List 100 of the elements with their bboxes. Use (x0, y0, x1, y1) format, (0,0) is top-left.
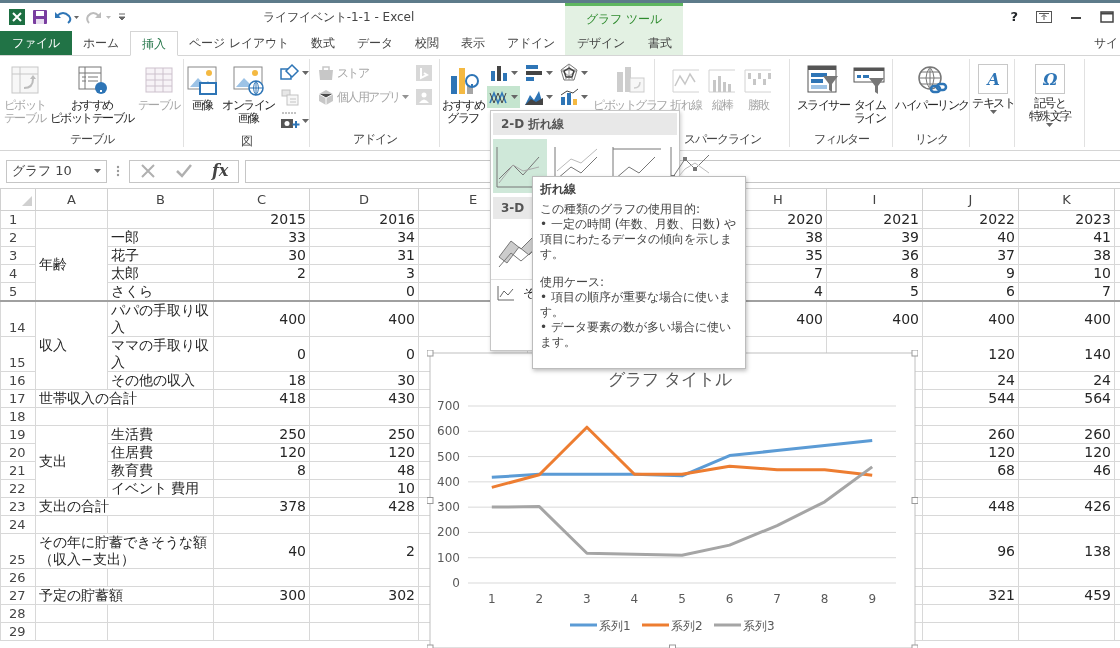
ribbon-button[interactable]: スライサー (795, 62, 851, 114)
series-line[interactable] (491, 425, 873, 489)
ribbon-button[interactable]: おすすめピボットテーブル (48, 62, 135, 127)
ribbon-button[interactable]: A テキスト (971, 62, 1015, 119)
cancel-icon[interactable] (139, 163, 156, 179)
column-header[interactable]: D (309, 188, 419, 211)
ribbon-button[interactable]: おすすめグラフ (441, 62, 485, 127)
context-title: グラフ ツール (585, 10, 663, 28)
row-header[interactable]: 14 (0, 301, 36, 337)
table-cell: 120 (309, 443, 419, 462)
ribbon-button[interactable] (487, 86, 520, 108)
resize-handle[interactable] (669, 644, 676, 648)
column-header[interactable]: J (922, 188, 1019, 211)
resize-handle[interactable] (911, 644, 918, 648)
ribbon-tab[interactable]: 表示 (449, 31, 496, 55)
row-header[interactable]: 3 (0, 246, 36, 265)
file-tab[interactable]: ファイル (0, 31, 72, 55)
table-cell: 住居費 (107, 443, 214, 462)
ribbon-display-icon[interactable] (1036, 11, 1052, 23)
legend-label[interactable]: 系列1 (599, 619, 631, 633)
table-cell: 2021 (826, 210, 923, 229)
resize-handle[interactable] (427, 497, 434, 504)
ribbon-tab[interactable]: アドイン (495, 31, 566, 55)
axis-label: 2 (535, 592, 544, 606)
chart-title[interactable]: グラフ タイトル (607, 369, 733, 389)
axis-label: 1 (487, 592, 496, 606)
column-header[interactable]: C (213, 188, 310, 211)
insert-function-button[interactable]: fx (211, 159, 229, 183)
column-header[interactable]: I (826, 188, 923, 211)
customize-icon[interactable] (118, 13, 126, 21)
ribbon-button[interactable]: ハイパーリンク (894, 62, 970, 114)
ribbon-tab[interactable]: ページ レイアウト (178, 31, 300, 55)
enter-icon[interactable] (174, 163, 193, 179)
account-link[interactable]: サイ (1092, 34, 1120, 52)
column-header[interactable]: B (107, 188, 214, 211)
row-header[interactable]: 22 (0, 479, 36, 498)
column-header[interactable]: K (1018, 188, 1115, 211)
select-all-icon[interactable] (22, 195, 32, 206)
save-icon[interactable] (32, 9, 48, 25)
table-cell: 430 (309, 389, 419, 408)
row-header[interactable]: 27 (0, 586, 36, 605)
maximize-icon[interactable] (1100, 11, 1114, 23)
table-cell: 18 (213, 371, 310, 390)
row-header[interactable]: 29 (0, 622, 36, 641)
spreadsheet-logo-icon[interactable] (8, 8, 26, 26)
resize-handle[interactable] (427, 350, 434, 357)
chart-area[interactable] (429, 352, 916, 648)
ribbon-tab[interactable]: デザイン (565, 31, 636, 55)
resize-handle[interactable] (911, 497, 918, 504)
ribbon-tab[interactable]: 挿入 (130, 31, 178, 56)
row-header[interactable]: 21 (0, 461, 36, 480)
row-header[interactable]: 15 (0, 336, 36, 372)
ribbon-tab[interactable]: 数式 (299, 31, 346, 55)
row-header[interactable]: 23 (0, 497, 36, 516)
table-cell: 教育費 (107, 461, 214, 480)
ribbon-button[interactable]: 画像 (185, 62, 219, 114)
row-header[interactable]: 18 (0, 407, 36, 426)
table-cell: 120 (213, 443, 310, 462)
row-header[interactable]: 17 (0, 389, 36, 408)
ribbon-button[interactable] (557, 62, 590, 84)
row-header[interactable]: 26 (0, 568, 36, 587)
symbol-icon: Ω (1034, 64, 1065, 94)
ribbon-button[interactable]: タイムライン (852, 62, 887, 127)
ribbon-tab[interactable]: ホーム (72, 31, 130, 55)
legend-label[interactable]: 系列2 (671, 619, 703, 633)
resize-handle[interactable] (427, 644, 434, 648)
row-header[interactable]: 20 (0, 443, 36, 462)
help-button[interactable]: ? (1010, 7, 1018, 27)
ribbon-tab[interactable]: 校閲 (403, 31, 450, 55)
tooltip-text: 使用ケース: (540, 275, 606, 290)
column-header[interactable]: A (35, 188, 108, 211)
series-line[interactable] (491, 438, 873, 479)
table-cell: 96 (922, 533, 1019, 569)
ribbon-button[interactable]: オンライン画像 (221, 62, 276, 127)
ribbon-button[interactable]: Ω 記号と特殊文字 (1027, 62, 1072, 132)
row-header[interactable]: 2 (0, 228, 36, 247)
row-header[interactable]: 19 (0, 425, 36, 444)
person-card-icon (414, 88, 433, 106)
cube-icon (316, 88, 335, 106)
row-header[interactable]: 24 (0, 515, 36, 534)
row-header[interactable]: 4 (0, 264, 36, 283)
table-cell: 302 (309, 586, 419, 605)
name-box[interactable]: グラフ 10 (6, 159, 107, 183)
row-header[interactable]: 1 (0, 210, 36, 229)
resize-handle[interactable] (911, 350, 918, 357)
row-header[interactable]: 28 (0, 604, 36, 623)
table-cell: 34 (309, 228, 419, 247)
menu-link[interactable]: そ (523, 284, 535, 302)
series-line[interactable] (491, 465, 874, 557)
legend-label[interactable]: 系列3 (743, 619, 775, 633)
table-cell: 支出の合計 (35, 497, 214, 516)
table-cell: 30 (309, 371, 419, 390)
redo-icon[interactable] (86, 10, 112, 24)
undo-icon[interactable] (54, 10, 80, 24)
table-cell: 31 (309, 246, 419, 265)
row-header[interactable]: 25 (0, 533, 36, 569)
ribbon-tab[interactable]: データ (345, 31, 404, 55)
caret-icon (94, 169, 101, 173)
row-header[interactable]: 16 (0, 371, 36, 390)
ribbon-tab[interactable]: 書式 (636, 31, 683, 55)
